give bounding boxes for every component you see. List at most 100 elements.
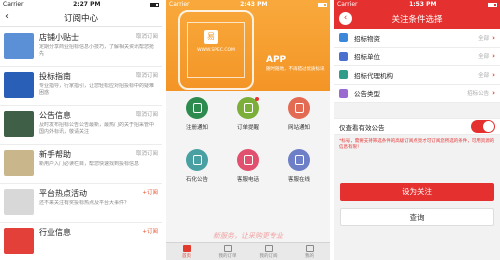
subscription-item[interactable]: 行业信息 +订阅: [0, 223, 162, 260]
page-title: 关注条件选择: [391, 15, 443, 25]
carrier-label: Carrier: [3, 1, 24, 8]
feature-4-button[interactable]: 石化公告: [170, 149, 224, 193]
subscription-item[interactable]: 店铺小贴士 定期分享商业招标信息小技巧，了解相关资讯帮您抢先 取消订阅: [0, 28, 162, 67]
subscription-thumbnail: [4, 33, 34, 59]
back-icon[interactable]: ‹: [5, 11, 9, 22]
query-button[interactable]: 查询: [340, 208, 494, 226]
condition-value: 全部: [478, 54, 490, 61]
status-bar: Carrier 2:27 PM: [0, 0, 162, 9]
subscription-item[interactable]: 新手帮助 新用户入门必读栏目，帮您快速找到投标信息 取消订阅: [0, 145, 162, 184]
condition-row[interactable]: 招标物资 全部 ›: [334, 29, 500, 48]
follow-conditions-screen: Carrier 1:53 PM ‹ 关注条件选择 招标物资 全部 › 招标单位 全部 › 招…: [334, 0, 500, 260]
feature-label: 订单提醒: [236, 125, 259, 131]
subscription-body: 行业信息: [39, 228, 158, 252]
feature-glyph: [192, 103, 202, 113]
status-bar: Carrier 2:43 PM: [166, 0, 330, 9]
feature-5-button[interactable]: 客服电话: [221, 149, 275, 193]
battery-icon: [317, 2, 327, 7]
feature-icon: [288, 97, 310, 119]
condition-row[interactable]: 招标单位 全部 ›: [334, 48, 500, 66]
condition-label: 招标单位: [354, 53, 380, 62]
unsubscribe-button[interactable]: 取消订阅: [136, 110, 158, 118]
subscription-thumbnail: [4, 111, 34, 137]
tab-label: 我的订单: [218, 254, 237, 259]
condition-row[interactable]: 招标代理机构 全部 ›: [334, 66, 500, 85]
feature-icon: [186, 149, 208, 171]
subscription-note: *标号，需要支持筛选条件的高级订阅点亮才可订阅您所选的条件，可用资源的信息有限！: [339, 139, 495, 150]
subscribe-button[interactable]: +订阅: [142, 227, 158, 235]
chevron-right-icon: ›: [492, 33, 495, 42]
screenshot-stage: Carrier 2:27 PM ‹ 订阅中心 店铺小贴士 定期分享商业招标信息小技…: [0, 0, 500, 260]
clock: 2:27 PM: [73, 1, 101, 8]
tab-2[interactable]: 我的订单: [207, 243, 248, 260]
condition-label: 公告类型: [354, 90, 380, 99]
carrier-label: Carrier: [337, 1, 358, 8]
condition-icon: [339, 51, 348, 61]
subscription-item[interactable]: 平台热点活动 还不来关注有奖投标热点及平台大事件？ +订阅: [0, 184, 162, 223]
tab-bar: 首页 我的订单 我的订阅 我的: [166, 242, 330, 260]
app-title: APP: [266, 55, 287, 65]
condition-icon: [339, 70, 348, 80]
slogan: 新服务，让采购更专业: [213, 232, 283, 240]
subscription-thumbnail: [4, 150, 34, 176]
feature-6-button[interactable]: 客服在线: [272, 149, 326, 193]
condition-value: 全部: [478, 72, 490, 79]
carrier-label: Carrier: [169, 1, 190, 8]
condition-icon: [339, 88, 348, 98]
feature-label: 客服电话: [236, 177, 259, 183]
tab-1[interactable]: 首页: [166, 243, 207, 260]
chevron-right-icon: ›: [492, 52, 495, 61]
site-url: WWW.SPEC.COM: [197, 48, 235, 53]
valid-only-label: 仅查看有效公告: [339, 123, 385, 132]
condition-icon: [339, 33, 348, 43]
nav-bar: ‹ 关注条件选择: [334, 9, 500, 29]
feature-glyph: [243, 155, 253, 165]
feature-label: 客服在线: [287, 177, 310, 183]
subscribe-button[interactable]: +订阅: [142, 188, 158, 196]
battery-icon: [149, 2, 159, 7]
feature-icon: [288, 149, 310, 171]
condition-value: 招标公告: [467, 91, 490, 98]
feature-glyph: [192, 155, 202, 165]
feature-label: 注册通知: [185, 125, 208, 131]
subscription-item[interactable]: 公告信息 及时发布招标公告公告最新，最热门的关于招采管中国内外标讯，敬请关注 取消订…: [0, 106, 162, 145]
tab-label: 我的订阅: [259, 254, 278, 259]
notification-badge: [255, 97, 259, 101]
condition-value: 全部: [478, 35, 490, 42]
clock: 2:43 PM: [240, 1, 268, 8]
tab-3[interactable]: 我的订阅: [248, 243, 289, 260]
page-title: 订阅中心: [63, 13, 98, 24]
battery-icon: [487, 2, 497, 7]
feature-2-button[interactable]: 订单提醒: [221, 97, 275, 141]
subscription-center-screen: Carrier 2:27 PM ‹ 订阅中心 店铺小贴士 定期分享商业招标信息小技…: [0, 0, 162, 260]
status-bar: Carrier 1:53 PM: [334, 0, 500, 9]
valid-only-toggle[interactable]: [471, 120, 495, 133]
condition-row[interactable]: 公告类型 招标公告 ›: [334, 85, 500, 103]
tab-label: 我的: [305, 254, 314, 259]
phone-illustration: 易 WWW.SPEC.COM: [178, 10, 254, 90]
set-follow-button[interactable]: 设为关注: [340, 183, 494, 201]
subscription-thumbnail: [4, 72, 34, 98]
back-icon[interactable]: ‹: [339, 12, 352, 25]
chevron-right-icon: ›: [492, 70, 495, 79]
subscription-list: 店铺小贴士 定期分享商业招标信息小技巧，了解相关资讯帮您抢先 取消订阅 投标指南 专业指…: [0, 28, 162, 260]
valid-only-row: 仅查看有效公告: [334, 118, 500, 135]
home-screen: Carrier 2:43 PM 易 WWW.SPEC.COM APP 随时随地，…: [166, 0, 330, 260]
subscription-thumbnail: [4, 189, 34, 215]
tab-icon: [264, 245, 273, 252]
unsubscribe-button[interactable]: 取消订阅: [136, 32, 158, 40]
unsubscribe-button[interactable]: 取消订阅: [136, 71, 158, 79]
chevron-right-icon: ›: [492, 89, 495, 98]
promo-banner[interactable]: Carrier 2:43 PM 易 WWW.SPEC.COM APP 随时随地，…: [166, 0, 330, 91]
feature-glyph: [294, 103, 304, 113]
feature-label: 石化公告: [185, 177, 208, 183]
unsubscribe-button[interactable]: 取消订阅: [136, 149, 158, 157]
feature-icon: [186, 97, 208, 119]
tab-4[interactable]: 我的: [289, 243, 330, 260]
subscription-description: 及时发布招标公告公告最新，最热门的关于招采管中国内外标讯，敬请关注: [39, 122, 155, 135]
feature-1-button[interactable]: 注册通知: [170, 97, 224, 141]
nav-bar: ‹ 订阅中心: [0, 9, 162, 27]
feature-3-button[interactable]: 网站通知: [272, 97, 326, 141]
toggle-knob: [483, 121, 494, 132]
subscription-item[interactable]: 投标指南 专业指导，行家指引，让您轻松应对招投标中的疑难困惑 取消订阅: [0, 67, 162, 106]
